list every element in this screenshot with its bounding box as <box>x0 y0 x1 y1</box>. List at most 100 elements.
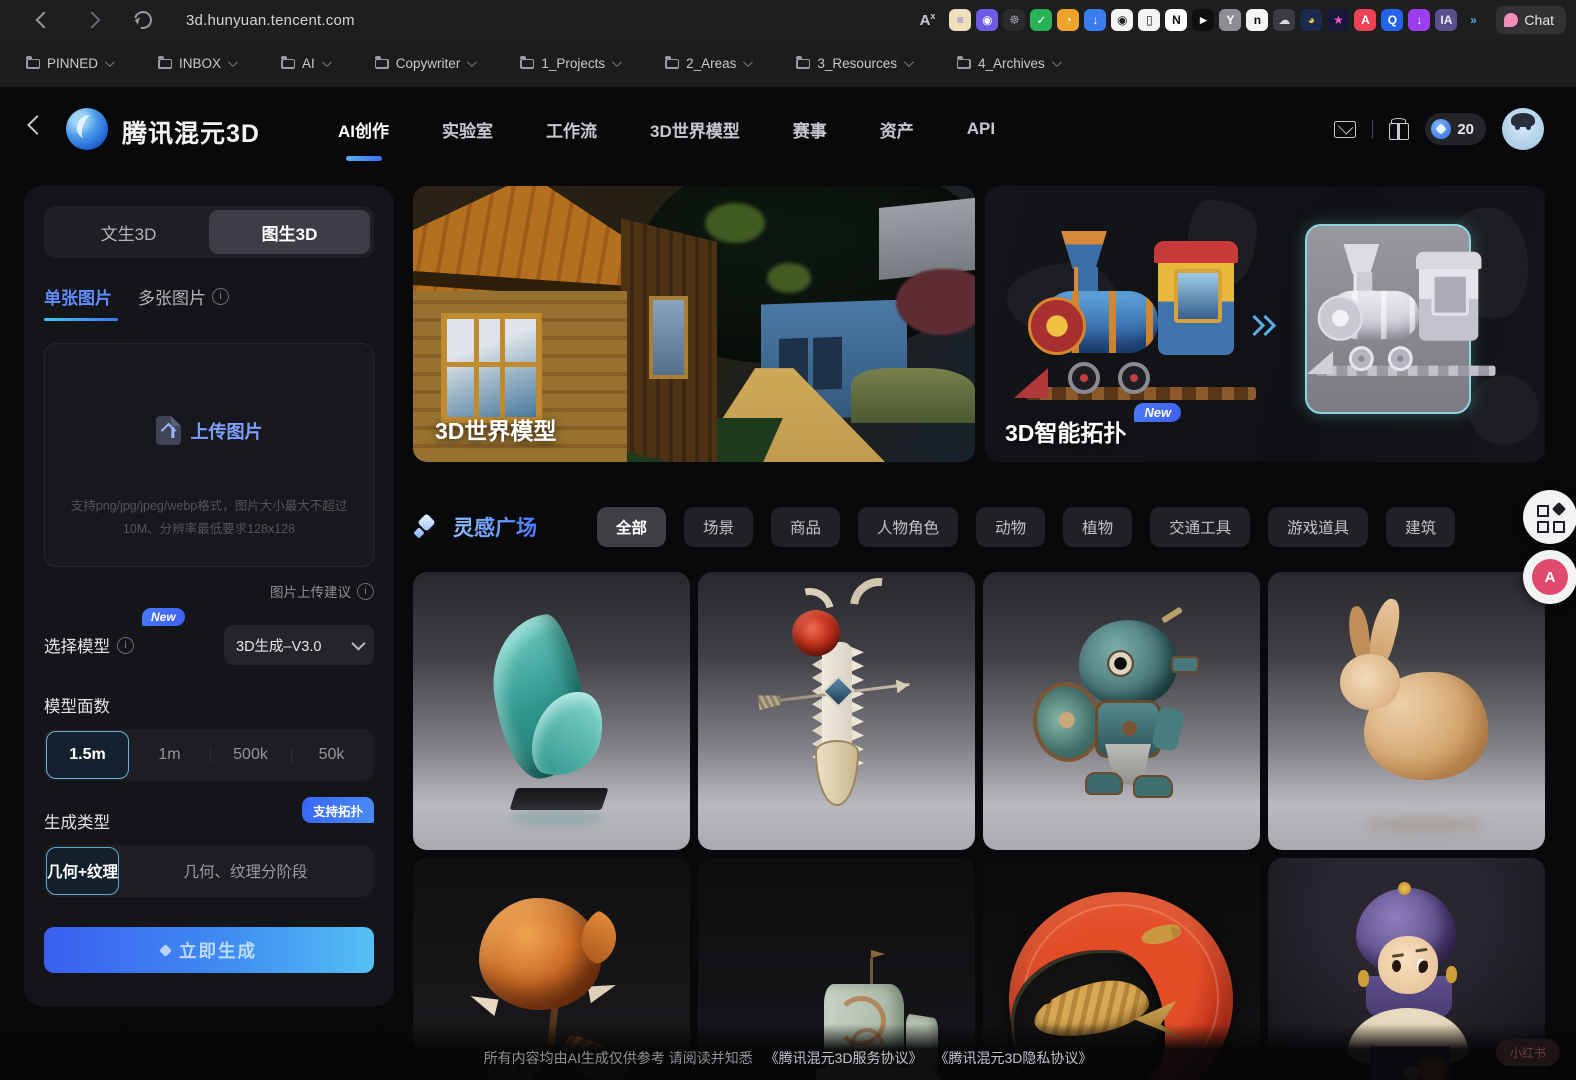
bookmark-folder[interactable]: 2_Areas <box>653 50 762 77</box>
bookmark-folder[interactable]: AI <box>269 50 341 77</box>
folder-icon <box>281 55 296 69</box>
extension-icon[interactable]: ↓ <box>1408 9 1431 31</box>
chat-button[interactable]: Chat <box>1496 6 1566 34</box>
translate-floating-button[interactable]: A <box>1523 550 1576 604</box>
extension-icon[interactable]: ☁ <box>1273 9 1296 31</box>
folder-icon <box>796 55 811 69</box>
extension-icon[interactable]: ★ <box>1327 9 1350 31</box>
category-chip[interactable]: 植物 <box>1063 507 1133 547</box>
generate-button[interactable]: 立即生成 <box>44 927 374 973</box>
mode-image-to-3d[interactable]: 图生3D <box>209 210 370 254</box>
double-chevron-icon <box>1243 314 1277 340</box>
model-dropdown[interactable]: 3D生成–V3.0 <box>224 625 374 665</box>
bookmark-folder[interactable]: PINNED <box>14 50 124 77</box>
text-size-icon[interactable]: Ax <box>920 11 936 29</box>
chat-label: Chat <box>1524 12 1554 28</box>
category-chip[interactable]: 动物 <box>976 507 1046 547</box>
extension-icon[interactable]: ✓ <box>1030 9 1053 31</box>
face-count-option[interactable]: 50k <box>291 731 372 779</box>
extension-icon[interactable]: ◕ <box>1300 9 1323 31</box>
retopology-banner[interactable]: 3D智能拓扑 New <box>985 186 1545 462</box>
bookmark-folder[interactable]: Copywriter <box>363 50 487 77</box>
extension-icon[interactable]: N <box>1165 9 1188 31</box>
gallery-card-wave-sculpture[interactable] <box>413 572 690 850</box>
category-chip[interactable]: 人物角色 <box>858 507 959 547</box>
footer: 所有内容均由AI生成仅供参考 请阅读并知悉 《腾讯混元3D服务协议》 《腾讯混元… <box>0 1024 1576 1080</box>
coin-icon <box>1431 119 1452 139</box>
face-count-option[interactable]: 1.5m <box>46 731 129 779</box>
bookmark-folder[interactable]: 1_Projects <box>508 50 631 77</box>
tab-multi-image[interactable]: 多张图片 <box>138 284 229 321</box>
face-count-options: 1.5m 1m 500k 50k <box>44 729 374 781</box>
extension-icon[interactable]: ◉ <box>976 9 999 31</box>
nav-item[interactable]: 实验室 <box>440 111 495 148</box>
sparkle-icon <box>159 943 172 957</box>
nav-item[interactable]: AI创作 <box>336 111 391 148</box>
reload-icon[interactable] <box>130 7 156 33</box>
extensions-row: ≡ ◉ ☸ ✓ ◔ ↓ ◉ ▯ N ► Yn ☁ ◕ ★ A Q ↓ IA» <box>949 9 1484 31</box>
category-chip[interactable]: 建筑 <box>1386 507 1456 547</box>
upload-suggestion-link[interactable]: 图片上传建议 <box>44 581 374 601</box>
face-count-option[interactable]: 500k <box>210 731 291 779</box>
mode-text-to-3d[interactable]: 文生3D <box>48 210 209 254</box>
nav-item[interactable]: API <box>965 113 997 145</box>
info-icon[interactable] <box>212 288 229 305</box>
tab-single-image[interactable]: 单张图片 <box>44 284 118 321</box>
extension-icon[interactable]: ☸ <box>1003 9 1026 31</box>
extension-icon[interactable]: n <box>1246 9 1269 31</box>
sparkle-icon <box>1551 501 1567 517</box>
credits-pill[interactable]: 20 <box>1425 113 1486 145</box>
category-chip[interactable]: 游戏道具 <box>1268 507 1369 547</box>
extension-icon[interactable]: ◉ <box>1111 9 1134 31</box>
category-chip[interactable]: 商品 <box>771 507 841 547</box>
chevron-down-icon <box>467 57 478 68</box>
nav-item[interactable]: 工作流 <box>544 111 599 148</box>
gallery-card-horned-dagger[interactable] <box>698 572 975 850</box>
mail-icon[interactable] <box>1334 120 1357 138</box>
extension-icon[interactable]: ► <box>1192 9 1215 31</box>
gallery-card-rabbit-sculpture[interactable] <box>1268 572 1545 850</box>
avatar[interactable] <box>1502 108 1544 150</box>
world-model-banner[interactable]: 3D世界模型 <box>413 186 975 462</box>
info-icon[interactable] <box>117 636 134 654</box>
extension-icon[interactable]: » <box>1462 9 1484 31</box>
forward-icon[interactable] <box>83 11 101 29</box>
bookmark-folder[interactable]: INBOX <box>146 50 247 77</box>
gift-icon[interactable] <box>1389 117 1410 140</box>
extension-icon[interactable]: ↓ <box>1084 9 1107 31</box>
folder-icon <box>665 55 680 69</box>
privacy-link[interactable]: 《腾讯混元3D隐私协议》 <box>934 1050 1092 1066</box>
extension-icon[interactable]: ≡ <box>949 9 972 31</box>
extension-icon[interactable]: IA <box>1435 9 1458 31</box>
translate-icon: A <box>1532 559 1568 595</box>
category-chip[interactable]: 交通工具 <box>1150 507 1251 547</box>
extension-icon[interactable]: ▯ <box>1138 9 1161 31</box>
url-field[interactable]: 3d.hunyuan.tencent.com <box>186 12 355 29</box>
extension-icon[interactable]: A <box>1354 9 1377 31</box>
upload-dropzone[interactable]: 上传图片 支持png/jpg/jpeg/webp格式，图片大小最大不超过 10M… <box>44 343 374 567</box>
generation-type-option[interactable]: 几何、纹理分阶段 <box>119 847 372 895</box>
category-chip[interactable]: 场景 <box>684 507 754 547</box>
face-count-option[interactable]: 1m <box>129 731 210 779</box>
extension-icon[interactable]: ◔ <box>1057 9 1080 31</box>
category-chip[interactable]: 全部 <box>597 507 667 547</box>
back-icon[interactable] <box>35 11 53 29</box>
hunyuan-logo[interactable] <box>66 108 108 150</box>
main-nav: AI创作 实验室 工作流 3D世界模型 赛事 资产 API <box>336 88 997 170</box>
bookmark-folder[interactable]: 4_Archives <box>945 50 1071 77</box>
app-title: 腾讯混元3D <box>122 120 260 148</box>
nav-item[interactable]: 赛事 <box>791 111 829 148</box>
inspiration-title: 灵感广场 <box>453 512 537 542</box>
nav-item[interactable]: 3D世界模型 <box>648 111 742 148</box>
app-back-icon[interactable] <box>27 115 47 135</box>
generation-type-option[interactable]: 几何+纹理 <box>46 847 120 895</box>
extension-icon[interactable]: Y <box>1219 9 1242 31</box>
gallery-card-steampunk-robot[interactable] <box>983 572 1260 850</box>
face-count-label: 模型面数 <box>44 698 110 716</box>
nav-item[interactable]: 资产 <box>878 111 916 148</box>
bookmark-folder[interactable]: 3_Resources <box>784 50 923 77</box>
terms-link[interactable]: 《腾讯混元3D服务协议》 <box>765 1050 923 1066</box>
extension-icon[interactable]: Q <box>1381 9 1404 31</box>
ai-apps-floating-button[interactable] <box>1523 490 1576 544</box>
folder-icon <box>520 55 535 69</box>
